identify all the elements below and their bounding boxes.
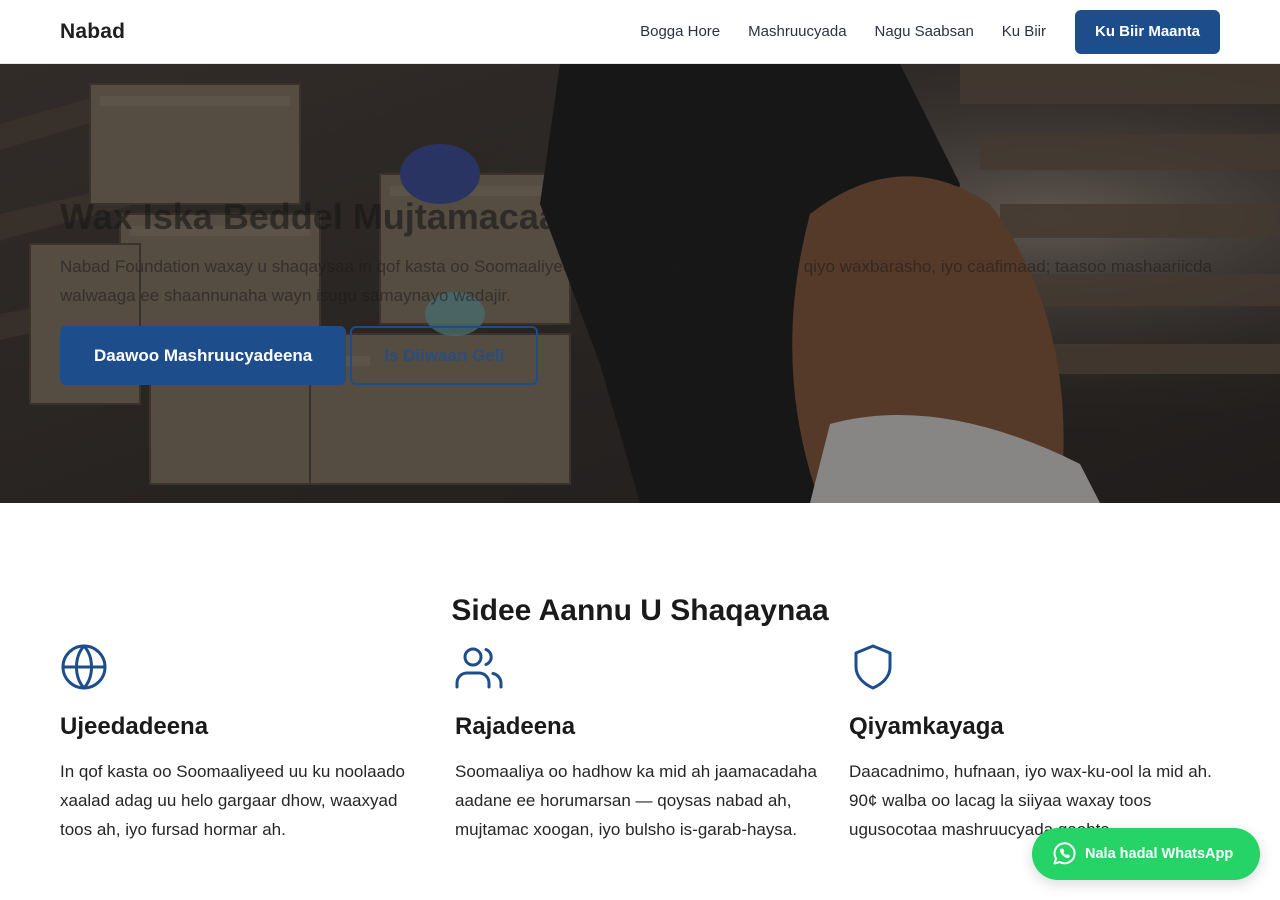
whatsapp-icon (1053, 842, 1076, 865)
feature-title: Qiyamkayaga (849, 713, 1004, 740)
feature-text: In qof kasta oo Soomaaliyeed uu ku noola… (60, 762, 405, 839)
feature-title: Rajadeena (455, 713, 576, 740)
nav-link-projects[interactable]: Mashruucyada (748, 23, 846, 40)
register-button[interactable]: Is Diiwaan Geli (350, 326, 539, 385)
nav-link-about[interactable]: Nagu Saabsan (875, 23, 974, 40)
feature-card-vision: Rajadeena Soomaaliya oo hadhow ka mid ah… (455, 643, 825, 844)
feature-title: Ujeedadeena (60, 713, 209, 740)
globe-icon (61, 644, 107, 690)
hero-description: Nabad Foundation waxay u shaqaysaa in qo… (60, 257, 1213, 305)
brand-logo[interactable]: Nabad (60, 20, 125, 44)
whatsapp-chat-button[interactable]: Nala hadal WhatsApp (1032, 828, 1260, 880)
feature-card-mission: Ujeedadeena In qof kasta oo Soomaaliyeed… (60, 643, 430, 844)
nav-links: Bogga Hore Mashruucyada Nagu Saabsan Ku … (640, 23, 1046, 40)
nav-link-home[interactable]: Bogga Hore (640, 23, 720, 40)
hero-content: Wax Iska Beddel Mujtamacaaga Nabad Found… (60, 195, 1220, 385)
feature-text: Soomaaliya oo hadhow ka mid ah jaamacada… (455, 762, 817, 839)
users-icon (455, 647, 503, 689)
navbar: Nabad Bogga Hore Mashruucyada Nagu Saabs… (0, 0, 1280, 64)
view-projects-button[interactable]: Daawoo Mashruucyadeena (60, 326, 347, 385)
whatsapp-label: Nala hadal WhatsApp (1085, 846, 1234, 862)
hero-buttons: Daawoo Mashruucyadeena Is Diiwaan Geli (60, 326, 1220, 385)
join-today-button[interactable]: Ku Biir Maanta (1074, 9, 1220, 54)
hero-section: Wax Iska Beddel Mujtamacaaga Nabad Found… (0, 64, 1280, 503)
hero-title: Wax Iska Beddel Mujtamacaaga (60, 196, 601, 237)
section-title: Sidee Aannu U Shaqaynaa (451, 594, 829, 627)
feature-card-values: Qiyamkayaga Daacadnimo, hufnaan, iyo wax… (849, 643, 1219, 844)
shield-icon (854, 644, 892, 690)
nav-link-join[interactable]: Ku Biir (1002, 23, 1046, 40)
